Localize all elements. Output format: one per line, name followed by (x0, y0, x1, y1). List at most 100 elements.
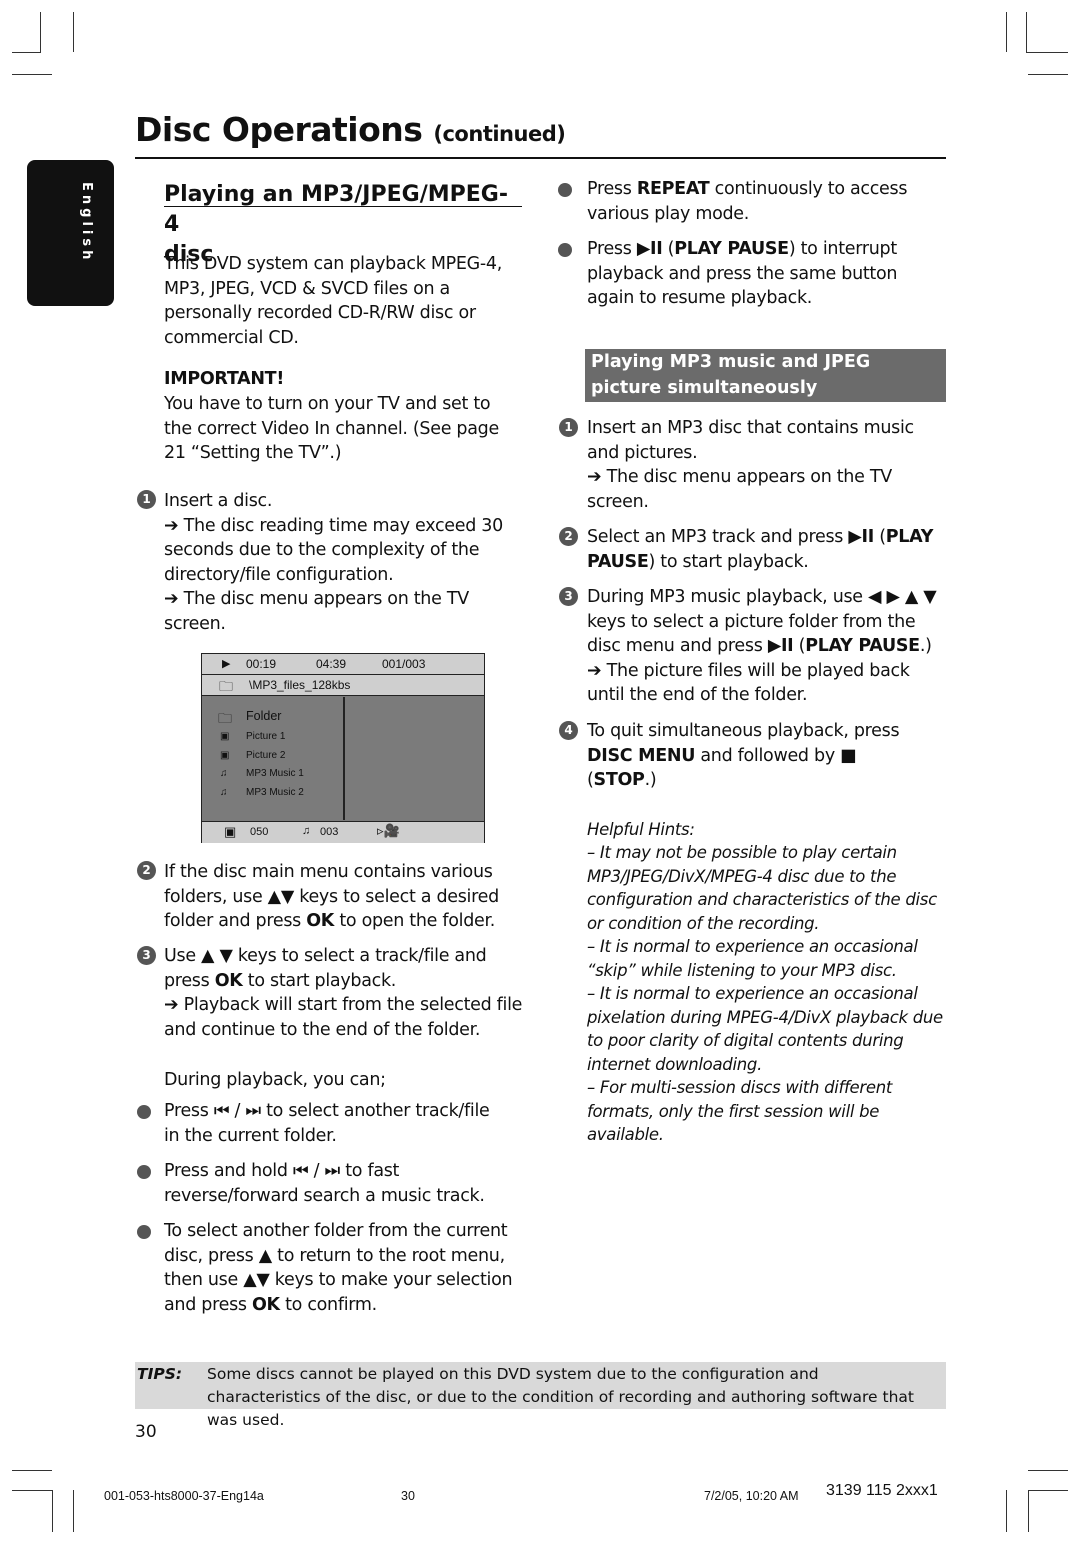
folder-path: \MP3_files_128kbs (249, 678, 351, 692)
text-run: ➔ (587, 660, 607, 681)
crop-mark (1028, 1470, 1068, 1471)
step-number-icon: 2 (559, 527, 578, 546)
text-run: and followed by (695, 745, 841, 766)
step-number-icon: 1 (137, 490, 156, 509)
text-run: ➔ (164, 515, 184, 536)
bold-text: OK (214, 970, 243, 991)
picture-count: 050 (250, 826, 269, 838)
page-number: 30 (135, 1422, 157, 1442)
bold-text: OK (251, 1294, 280, 1315)
hint-item: – It is normal to experience an occasion… (587, 984, 943, 1074)
text-run: .) (919, 636, 932, 657)
heading-rule (164, 206, 522, 207)
bullet-icon (137, 1225, 151, 1239)
crop-mark (1026, 52, 1068, 53)
crop-mark (73, 12, 74, 52)
title-continued: (continued) (433, 122, 566, 146)
text-run: to confirm. (279, 1294, 377, 1315)
paragraph: Press REPEAT continuously to access vari… (587, 177, 932, 226)
text-run: Select an MP3 track and press (587, 527, 849, 547)
disc-menu-screen: ▶ 00:19 04:39 001/003 🗀 \MP3_files_128kb… (201, 653, 485, 843)
bullet-item: Press ⏮ / ⏭ to select another track/file… (164, 1099, 494, 1148)
paragraph: To select another folder from the curren… (164, 1219, 526, 1317)
footer-code: 3139 115 2xxx1 (826, 1482, 938, 1499)
crop-mark (12, 1470, 52, 1471)
menu-item[interactable]: MP3 Music 1 (246, 768, 304, 779)
text-run: The disc reading time may exceed 30 seco… (164, 515, 503, 585)
music-count: 003 (320, 826, 339, 838)
menu-item[interactable]: MP3 Music 2 (246, 787, 304, 798)
paragraph: To quit simultaneous playback, press DIS… (587, 719, 907, 793)
music-note-icon: ♫ (220, 787, 228, 798)
text-run: ( (662, 239, 675, 259)
bold-text: PLAY PAUSE (674, 239, 789, 259)
text-run: This DVD system can playback MPEG-4, MP3… (164, 254, 503, 348)
paragraph: You have to turn on your TV and set to t… (164, 392, 509, 466)
text-run: ➔ (587, 467, 607, 488)
step-number-icon: 4 (559, 721, 578, 740)
bold-text: STOP (593, 770, 645, 791)
step-1: Insert a disc. ➔ The disc reading time ma… (164, 489, 514, 637)
crop-mark (12, 1490, 52, 1491)
count-bar: ▣ 050 ♫ 003 ▹🎥 (202, 821, 484, 843)
bold-text: REPEAT (636, 179, 710, 199)
text-run: .) (644, 770, 657, 791)
menu-item[interactable]: Picture 2 (246, 750, 285, 761)
paragraph: ➔ Playback will start from the selected … (164, 993, 524, 1042)
tips-label: TIPS: (137, 1365, 183, 1383)
bullet-item: Press ▶II (PLAY PAUSE) to interrupt play… (587, 237, 947, 311)
bold-text: PLAY PAUSE (805, 636, 920, 657)
picture-icon: ▣ (220, 731, 230, 742)
bullet-item: Press REPEAT continuously to access vari… (587, 177, 932, 226)
paragraph: Insert a disc. (164, 489, 514, 514)
menu-item[interactable]: Folder (246, 709, 281, 723)
paragraph: Select an MP3 track and press ▶II (PLAY … (587, 525, 949, 574)
track-counter: 001/003 (382, 657, 426, 671)
paragraph: If the disc main menu contains various f… (164, 860, 524, 934)
text-run: to start playback. (242, 970, 397, 991)
step-4: To quit simultaneous playback, press DIS… (587, 719, 907, 793)
bullet-icon (137, 1165, 151, 1179)
paragraph: This DVD system can playback MPEG-4, MP3… (164, 252, 514, 350)
picture-icon: ▣ (220, 750, 230, 761)
paragraph: ➔ The disc menu appears on the TV screen… (164, 587, 514, 636)
text-run: The picture files will be played back un… (587, 660, 910, 706)
hints-list: – It may not be possible to play certain… (587, 841, 952, 1147)
paragraph: Use ▲ ▼ keys to select a track/file and … (164, 944, 524, 993)
paragraph: ➔ The disc menu appears on the TV screen… (587, 465, 927, 514)
crop-mark (1028, 1490, 1068, 1491)
text-run: The disc menu appears on the TV screen. (587, 467, 892, 512)
text-run: ➔ (164, 995, 184, 1016)
crop-mark (73, 1490, 74, 1532)
text-run: Press (587, 239, 637, 259)
step-2: Select an MP3 track and press ▶II (PLAY … (587, 525, 949, 574)
crop-mark (52, 1490, 53, 1532)
menu-item[interactable]: Picture 1 (246, 731, 285, 742)
text-run: The disc menu appears on the TV screen. (164, 589, 469, 634)
page-title: Disc Operations (continued) (135, 110, 566, 149)
music-note-icon: ♫ (220, 768, 228, 779)
bold-text: ▶II (848, 527, 874, 547)
tips-box: TIPS: Some discs cannot be played on thi… (135, 1362, 946, 1429)
crop-mark (1006, 12, 1007, 52)
paragraph: ➔ The disc reading time may exceed 30 se… (164, 514, 514, 588)
text-run: Press ⏮ / ⏭ to select another track/file… (164, 1101, 490, 1146)
during-playback-text: During playback, you can; (164, 1070, 386, 1090)
status-bar: ▶ 00:19 04:39 001/003 (202, 654, 484, 675)
paragraph: Press and hold ⏮ / ⏭ to fast reverse/for… (164, 1159, 504, 1208)
bullet-icon (558, 243, 572, 257)
text-run: Insert a disc. (164, 491, 273, 511)
crop-mark (1028, 74, 1068, 75)
intro-paragraph: This DVD system can playback MPEG-4, MP3… (164, 252, 514, 350)
title-rule (135, 157, 946, 159)
path-bar: 🗀 \MP3_files_128kbs (202, 675, 484, 696)
step-3: During MP3 music playback, use ◀ ▶ ▲ ▼ k… (587, 585, 949, 708)
subheading-line: Playing MP3 music and JPEG (591, 352, 871, 372)
crop-mark (1028, 1490, 1029, 1532)
text-run: Playback will start from the selected fi… (164, 995, 523, 1040)
text-run: ( (873, 527, 886, 547)
text-run: Insert an MP3 disc that contains music a… (587, 418, 914, 463)
crop-mark (1006, 1490, 1007, 1532)
footer-page: 30 (401, 1489, 415, 1503)
language-label: English (79, 182, 94, 264)
